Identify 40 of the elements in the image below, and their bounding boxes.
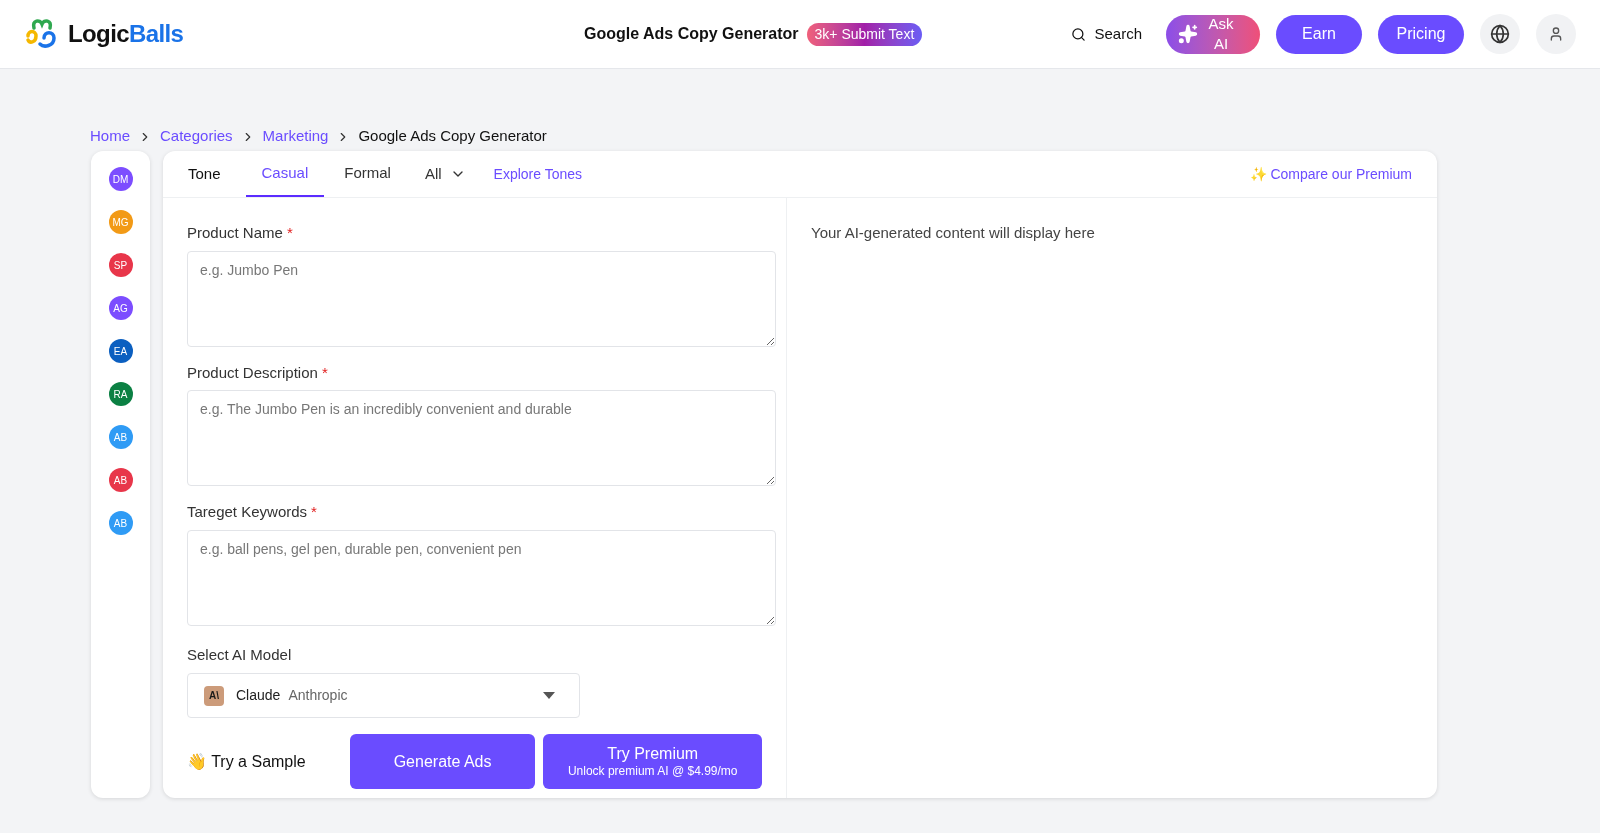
logo-text[interactable]: LogicBalls [68, 16, 184, 52]
explore-tones-link[interactable]: Explore Tones [479, 151, 597, 197]
page-title: Google Ads Copy Generator [584, 24, 799, 44]
field-label: Select AI Model [187, 644, 293, 665]
generate-ads-button[interactable]: Generate Ads [349, 734, 536, 789]
text-area[interactable]: e.g. Jumbo Pen [187, 250, 776, 347]
required-mark: * [286, 223, 293, 243]
tone-tab[interactable]: Formal [324, 151, 411, 197]
field-label: Product Name [187, 223, 283, 243]
sparkle-icon [1178, 24, 1198, 44]
text-area[interactable]: e.g. ball pens, gel pen, durable pen, convenient pen [187, 529, 776, 626]
dropdown-caret-icon [543, 691, 555, 700]
earn-button[interactable]: Earn [1276, 14, 1362, 54]
language-button[interactable] [1480, 14, 1520, 54]
field-label: Product Description [187, 362, 318, 383]
try-sample-link[interactable]: 👋 Try a Sample [187, 749, 342, 774]
profile-button[interactable] [1536, 14, 1576, 54]
compare-premium-link[interactable]: ✨ Compare our Premium [1249, 151, 1412, 197]
breadcrumb-current: Google Ads Copy Generator [358, 126, 547, 147]
model-logo-icon: A\ [204, 685, 224, 706]
required-mark: * [321, 362, 328, 383]
field-label: Tareget Keywords [187, 502, 308, 522]
pricing-button[interactable]: Pricing [1378, 14, 1464, 54]
text-area[interactable]: e.g. The Jumbo Pen is an incredibly convenient and durable [187, 390, 776, 486]
output-field: Your AI-generated content will display here [811, 222, 1413, 245]
model-select[interactable]: A\ Claude Anthropic [187, 673, 580, 718]
all-tones-dropdown[interactable]: All [410, 151, 480, 197]
search-button[interactable]: Search [1063, 22, 1150, 46]
search-icon [1071, 26, 1087, 42]
tone-tab[interactable]: Casual [245, 151, 325, 197]
ask-ai-button[interactable]: Ask AI [1166, 14, 1260, 54]
globe-icon [1490, 24, 1510, 44]
user-icon [1548, 26, 1564, 42]
tone-label: Tone [188, 163, 222, 184]
submit-count-badge: 3k+ Submit Text [806, 22, 923, 46]
breadcrumb-link[interactable]: Marketing [262, 125, 329, 148]
breadcrumb-link[interactable]: Categories [160, 125, 233, 148]
breadcrumb-link[interactable]: Home [90, 125, 130, 148]
try-premium-button[interactable]: Try Premium Unlock premium AI @ $4.99/mo [543, 734, 762, 789]
required-mark: * [311, 502, 317, 522]
